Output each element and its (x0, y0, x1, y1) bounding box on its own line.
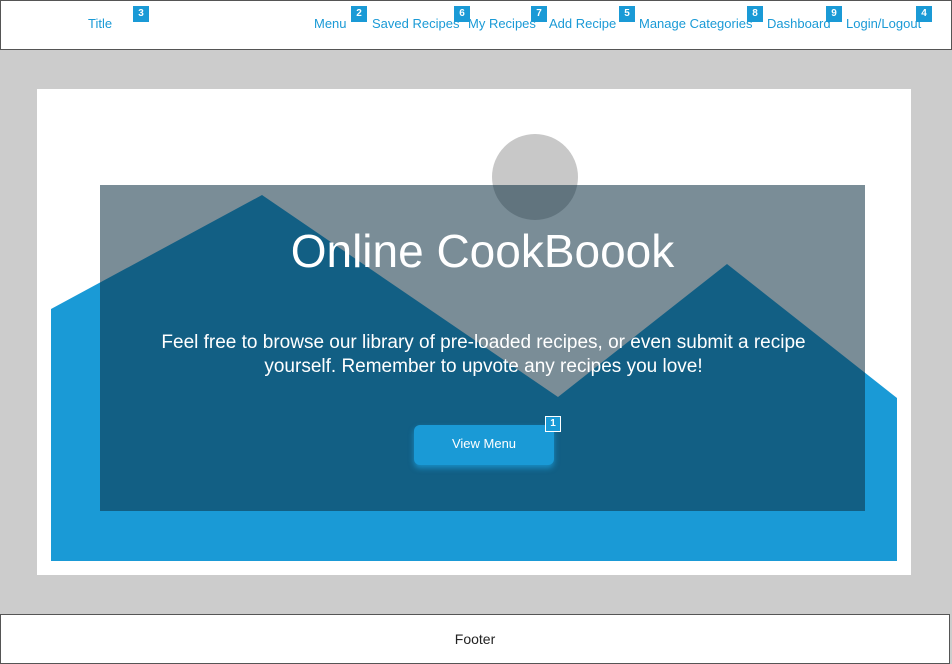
nav-menu-link[interactable]: Menu (314, 16, 347, 32)
badge-5: 5 (619, 6, 635, 22)
nav-my-recipes-link[interactable]: My Recipes (468, 16, 536, 32)
badge-4: 4 (916, 6, 932, 22)
footer: Footer (0, 614, 950, 664)
badge-8: 8 (747, 6, 763, 22)
nav-add-recipe-link[interactable]: Add Recipe (549, 16, 616, 32)
nav-manage-categories-link[interactable]: Manage Categories (639, 16, 752, 32)
badge-9: 9 (826, 6, 842, 22)
hero-panel: Online CookBoook Feel free to browse our… (37, 89, 911, 575)
badge-7: 7 (531, 6, 547, 22)
nav-saved-recipes-link[interactable]: Saved Recipes (372, 16, 459, 32)
nav-dashboard-link[interactable]: Dashboard (767, 16, 831, 32)
badge-3: 3 (133, 6, 149, 22)
view-menu-button[interactable]: View Menu (414, 425, 554, 465)
nav-title-link[interactable]: Title (88, 16, 112, 32)
hero-title: Online CookBoook (290, 225, 675, 277)
top-nav-bar: Title 3 Menu 2 Saved Recipes 6 My Recipe… (0, 0, 952, 50)
badge-1: 1 (545, 416, 561, 432)
nav-login-logout-link[interactable]: Login/Logout (846, 16, 921, 32)
hero-description: Feel free to browse our library of pre-l… (161, 332, 806, 377)
badge-2: 2 (351, 6, 367, 22)
